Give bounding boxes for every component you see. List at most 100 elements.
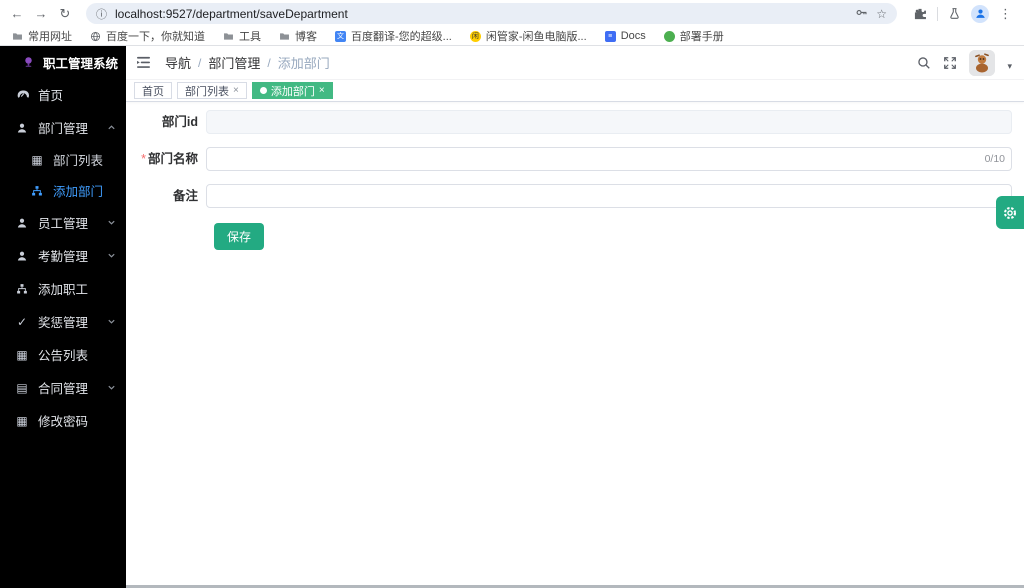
sidebar-item-label: 部门管理 [38, 122, 89, 136]
sidebar-item-reward-mgmt[interactable]: ✓ 奖惩管理 [0, 305, 126, 338]
sidebar-item-department-list[interactable]: ▦ 部门列表 [0, 144, 126, 175]
sidebar-item-label: 合同管理 [38, 382, 89, 396]
folder-icon [13, 32, 22, 40]
remark-wrap [206, 184, 1012, 208]
back-icon[interactable]: ← [8, 6, 26, 21]
navbar: 导航 / 部门管理 / 添加部门 ▾ [126, 46, 1024, 80]
fullscreen-icon[interactable] [943, 56, 957, 70]
bookmark-folder-blog[interactable]: 博客 [279, 28, 317, 44]
bookmark-folder[interactable]: 常用网址 [12, 28, 72, 44]
app-logo[interactable]: 职工管理系统 [0, 46, 126, 78]
sidebar-item-employee-mgmt[interactable]: 员工管理 [0, 206, 126, 239]
hamburger-icon[interactable] [136, 56, 151, 69]
browser-chrome: ← → ↻ ⓘ localhost:9527/department/saveDe… [0, 0, 1024, 46]
sidebar-item-attendance-mgmt[interactable]: 考勤管理 [0, 239, 126, 272]
remark-input[interactable] [206, 184, 1012, 208]
bookmark-label: 常用网址 [28, 31, 72, 43]
sidebar-item-home[interactable]: 首页 [0, 78, 126, 111]
sidebar-item-change-password[interactable]: ▦ 修改密码 [0, 404, 126, 437]
breadcrumb-current: 添加部门 [277, 56, 330, 71]
department-name-input[interactable] [206, 147, 1012, 171]
table-icon: ▦ [16, 347, 28, 362]
address-bar[interactable]: ⓘ localhost:9527/department/saveDepartme… [86, 3, 897, 24]
bookmark-label: 百度翻译-您的超级... [351, 31, 452, 43]
search-icon[interactable] [917, 56, 931, 70]
document-icon: ▤ [16, 380, 28, 395]
bookmark-fanyi[interactable]: 文 百度翻译-您的超级... [335, 28, 452, 44]
bookmark-label: 百度一下，你就知道 [106, 31, 205, 43]
department-id-wrap [206, 110, 1012, 134]
sidebar-item-label: 奖惩管理 [38, 316, 89, 330]
browser-menu-icon[interactable]: ⋮ [999, 6, 1012, 22]
chevron-down-icon [107, 251, 116, 260]
close-icon[interactable]: × [233, 85, 239, 96]
bookmark-star-icon[interactable]: ☆ [876, 7, 887, 21]
docs-favicon: ≡ [604, 30, 616, 42]
sidebar-item-department-mgmt[interactable]: 部门管理 [0, 111, 126, 144]
bookmark-deploy-manual[interactable]: 部署手册 [663, 28, 724, 44]
theme-settings-button[interactable] [996, 196, 1024, 229]
reload-icon[interactable]: ↻ [56, 6, 74, 22]
required-asterisk: * [141, 152, 146, 166]
sidebar-item-label: 考勤管理 [38, 250, 89, 264]
url-text[interactable]: localhost:9527/department/saveDepartment [115, 7, 847, 21]
sidebar: 职工管理系统 首页 部门管理 ▦ 部门列表 添加部门 员工管理 考勤管理 添加职… [0, 46, 126, 588]
bookmark-folder-tools[interactable]: 工具 [223, 28, 261, 44]
breadcrumb-nav[interactable]: 导航 [165, 53, 191, 72]
bookmark-label: 闲管家-闲鱼电脑版... [485, 31, 587, 43]
main-area: 导航 / 部门管理 / 添加部门 ▾ 首页 部门列表 × 添加部门 × 部门id… [126, 46, 1024, 588]
avatar-caret-icon[interactable]: ▾ [1007, 61, 1012, 72]
navbar-right: ▾ [917, 49, 1012, 76]
gear-icon [1003, 206, 1017, 219]
form-row-department-id: 部门id [140, 110, 1012, 134]
breadcrumb: 导航 / 部门管理 / 添加部门 [165, 53, 330, 72]
tag-add-department[interactable]: 添加部门 × [251, 82, 333, 99]
toolbar-right: ⋮ [909, 4, 1016, 23]
save-button[interactable]: 保存 [214, 223, 265, 250]
chevron-down-icon [107, 317, 116, 326]
user-icon [15, 122, 29, 134]
app-title: 职工管理系统 [43, 56, 119, 71]
chevron-down-icon [107, 218, 116, 227]
check-icon: ✓ [16, 314, 28, 329]
app-shell: 职工管理系统 首页 部门管理 ▦ 部门列表 添加部门 员工管理 考勤管理 添加职… [0, 46, 1024, 588]
bookmark-label: Docs [620, 30, 646, 42]
label-text: 部门名称 [147, 152, 198, 166]
bookmark-baidu[interactable]: 百度一下，你就知道 [90, 28, 205, 44]
bookmark-xianguanjia[interactable]: 闲 闲管家-闲鱼电脑版... [469, 28, 587, 44]
char-counter: 0/10 [984, 153, 1005, 165]
site-info-icon[interactable]: ⓘ [96, 6, 107, 22]
labs-flask-icon[interactable] [948, 7, 961, 20]
sidebar-item-contract-mgmt[interactable]: ▤ 合同管理 [0, 371, 126, 404]
user-avatar[interactable] [969, 49, 996, 76]
sidebar-item-announcement-list[interactable]: ▦ 公告列表 [0, 338, 126, 371]
bookmark-docs[interactable]: ≡ Docs [604, 30, 646, 42]
department-id-input [206, 110, 1012, 134]
sidebar-item-label: 公告列表 [38, 349, 89, 363]
table-icon: ▦ [31, 152, 43, 167]
sidebar-item-add-department[interactable]: 添加部门 [0, 175, 126, 206]
browser-profile-avatar[interactable] [971, 4, 989, 23]
dashboard-icon [15, 88, 29, 101]
user-icon [15, 217, 29, 229]
extensions-icon[interactable] [913, 7, 927, 21]
bookmarks-bar: 常用网址 百度一下，你就知道 工具 博客 文 百度翻译-您的超级... 闲 闲管… [0, 27, 1024, 45]
form-row-department-name: * 部门名称 0/10 [140, 147, 1012, 171]
active-tab-dot [259, 87, 267, 94]
forward-icon[interactable]: → [32, 6, 50, 21]
close-icon[interactable]: × [319, 85, 325, 96]
tag-label: 添加部门 [270, 85, 315, 98]
browser-toolbar: ← → ↻ ⓘ localhost:9527/department/saveDe… [0, 0, 1024, 27]
tag-department-list[interactable]: 部门列表 × [177, 82, 247, 99]
bookmark-label: 部署手册 [679, 31, 724, 43]
sidebar-item-add-employee[interactable]: 添加职工 [0, 272, 126, 305]
tag-home[interactable]: 首页 [134, 82, 172, 99]
remark-label: 备注 [172, 189, 198, 203]
chevron-up-icon [107, 123, 116, 132]
green-favicon [663, 30, 675, 42]
user-icon [15, 250, 29, 262]
breadcrumb-department-mgmt[interactable]: 部门管理 [208, 53, 260, 72]
sidebar-item-label: 添加职工 [38, 283, 89, 297]
breadcrumb-separator: / [267, 55, 271, 70]
password-key-icon[interactable] [855, 6, 868, 22]
